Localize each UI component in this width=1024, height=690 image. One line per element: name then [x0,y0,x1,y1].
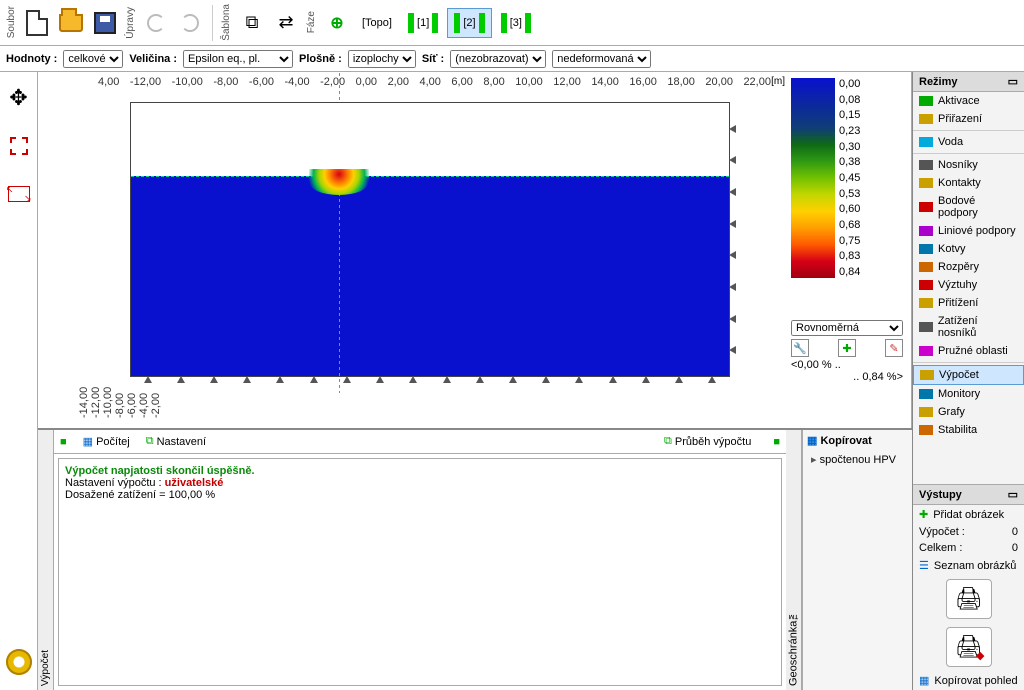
quantity-label: Veličina : [129,53,177,65]
x-axis-ruler: 4,00-12,00-10,00-8,00-6,00-4,00-2,000,00… [98,76,771,96]
legend-controls: Rovnoměrná 🔧 ✚ ✎ <0,00 % .. .. 0,84 %> [791,320,903,383]
calc-log: Výpočet napjatosti skončil úspěšně. Nast… [58,458,782,686]
add-phase-button[interactable]: ⊕ [321,3,353,43]
mode-rozp-ry[interactable]: Rozpěry [913,258,1024,276]
legend-tool-edit-icon[interactable]: ✎ [885,339,903,357]
mode-monitory[interactable]: Monitory [913,385,1024,403]
copy-hpv-button[interactable]: spočtenou HPV [807,451,908,468]
main-toolbar: Soubor Úpravy Šablona ⧉ ⇄ Fáze ⊕ [Topo] … [0,0,1024,46]
mode-kotvy[interactable]: Kotvy [913,240,1024,258]
mode-kontakty[interactable]: Kontakty [913,174,1024,192]
legend-range-max: .. 0,84 %> [791,371,903,383]
mode-zat-en-nosn-k-[interactable]: Zatížení nosníků [913,312,1024,342]
new-file-button[interactable] [21,3,53,43]
mesh-label: Síť : [422,53,444,65]
legend-distribution-select[interactable]: Rovnoměrná [791,320,903,336]
zoom-box-tool[interactable] [3,126,35,166]
template-label[interactable]: Šablona [221,4,232,41]
result-plot [130,102,730,377]
mode-p-it-en-[interactable]: Přitížení [913,294,1024,312]
phase-tab-0[interactable]: [Topo] [355,12,399,34]
image-list-button[interactable]: ☰Seznam obrázků [913,556,1024,575]
values-label: Hodnoty : [6,53,57,65]
fit-view-tool[interactable] [3,174,35,214]
redo-button[interactable] [174,3,206,43]
view-options-bar: Hodnoty : celkové Veličina : Epsilon eq.… [0,46,1024,72]
output-total-label: Celkem : [919,542,962,554]
modes-header: Režimy ▭ [913,72,1024,92]
mesh-deform-select[interactable]: nedeformovaná [552,50,651,68]
mesh-select[interactable]: (nezobrazovat) [450,50,546,68]
mode-voda[interactable]: Voda [913,133,1024,151]
mode-stabilita[interactable]: Stabilita [913,421,1024,439]
open-file-button[interactable] [55,3,87,43]
compute-button[interactable]: ▦Počítej [83,435,130,448]
values-select[interactable]: celkové [63,50,123,68]
print-color-button[interactable]: 🖨◆ [946,627,992,667]
print-button[interactable]: 🖨 [946,579,992,619]
right-panel: Režimy ▭ AktivacePřiřazení Voda NosníkyKon… [912,72,1024,690]
mode-v-po-et[interactable]: Výpočet [913,365,1024,385]
calc-settings-button[interactable]: ⧉Nastavení [146,435,206,448]
x-axis-unit: [m] [771,76,785,87]
mode-nosn-ky[interactable]: Nosníky [913,156,1024,174]
save-file-button[interactable] [89,3,121,43]
surface-label: Plošně : [299,53,342,65]
mode-grafy[interactable]: Grafy [913,403,1024,421]
file-menu-label[interactable]: Soubor [6,6,17,38]
surface-select[interactable]: izoplochy [348,50,416,68]
copy-panel: ▦ Kopírovat spočtenou HPV [802,430,912,690]
strain-hotspot [309,169,369,195]
mode-v-ztuhy[interactable]: Výztuhy [913,276,1024,294]
mode-p-i-azen-[interactable]: Přiřazení [913,110,1024,128]
phase-label[interactable]: Fáze [306,11,317,33]
legend-tool-wrench-icon[interactable]: 🔧 [791,339,809,357]
legend-range-min: <0,00 % .. [791,359,903,371]
view-tool-strip: ✥ [0,72,38,690]
output-calc-value: 0 [1012,526,1018,538]
y-axis-ruler: -14,00-12,00-10,00-8,00-6,00-4,00-2,00 [78,98,96,418]
pan-tool[interactable]: ✥ [3,78,35,118]
phase-tab-1[interactable]: [1] [401,8,445,38]
legend-tool-add-icon[interactable]: ✚ [838,339,856,357]
outputs-minimize-icon[interactable]: ▭ [1008,488,1018,501]
analysis-viewport[interactable]: 4,00-12,00-10,00-8,00-6,00-4,00-2,000,00… [38,72,912,428]
modes-minimize-icon[interactable]: ▭ [1008,75,1018,88]
outputs-header: Výstupy ▭ [913,485,1024,505]
bottom-panel: Výpočet ■ ▦Počítej ⧉Nastavení ⧉Průběh vý… [38,428,912,690]
add-image-button[interactable]: ✚Přidat obrázek [913,505,1024,524]
phase-tab-3[interactable]: [3] [494,8,538,38]
phase-tabs: [Topo] [1] [2] [3] [355,8,538,38]
bottom-panel-title-strip: Výpočet [38,430,54,690]
phase-tab-2[interactable]: [2] [447,8,491,38]
color-legend: 0,000,080,150,230,300,380,450,530,600,68… [791,78,903,278]
undo-button[interactable] [140,3,172,43]
copy-view-button[interactable]: ▦Kopírovat pohled [913,671,1024,690]
mode-aktivace[interactable]: Aktivace [913,92,1024,110]
template-copy-button[interactable]: ⇄ [270,3,302,43]
template-button[interactable]: ⧉ [236,3,268,43]
edit-menu-label[interactable]: Úpravy [125,7,136,39]
settings-gear-button[interactable] [3,642,35,682]
mode-bodov-podpory[interactable]: Bodové podpory [913,192,1024,222]
calc-progress-button[interactable]: ⧉Průběh výpočtu [664,435,751,448]
output-calc-label: Výpočet : [919,526,965,538]
mode-pru-n-oblasti[interactable]: Pružné oblasti [913,342,1024,360]
mode-liniov-podpory[interactable]: Liniové podpory [913,222,1024,240]
quantity-select[interactable]: Epsilon eq., pl. [183,50,293,68]
geoclipboard-strip[interactable]: Geoschránka™ [786,430,802,690]
output-total-value: 0 [1012,542,1018,554]
